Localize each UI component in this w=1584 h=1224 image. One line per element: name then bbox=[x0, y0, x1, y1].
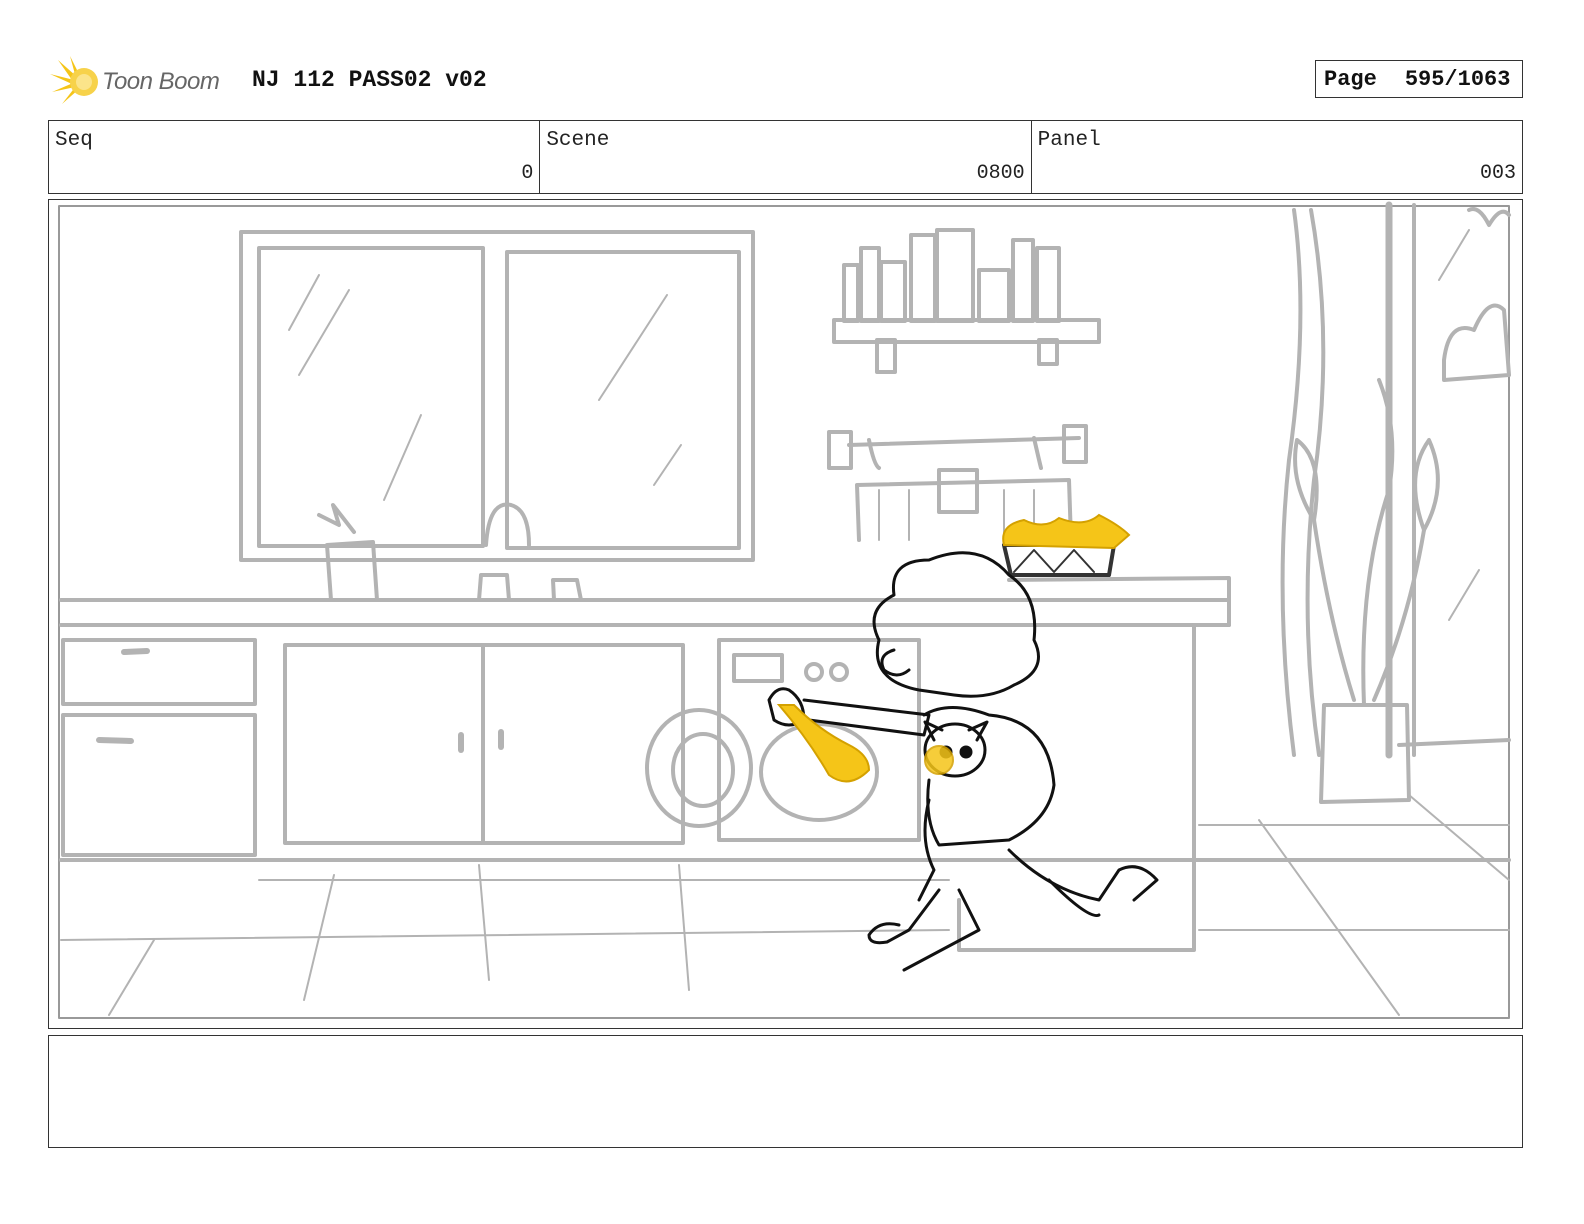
seq-cell: Seq 0 bbox=[49, 121, 541, 193]
panel-value: 003 bbox=[1479, 162, 1516, 185]
page-label: Page bbox=[1324, 67, 1377, 92]
toon-boom-burst-icon bbox=[50, 56, 98, 104]
page-counter: Page 595/1063 bbox=[1315, 60, 1523, 98]
panel-label: Panel bbox=[1037, 129, 1101, 152]
panel-cell: Panel 003 bbox=[1032, 121, 1522, 193]
storyboard-panel bbox=[48, 199, 1523, 1029]
scene-value: 0800 bbox=[976, 162, 1025, 185]
scene-cell: Scene 0800 bbox=[540, 121, 1032, 193]
scene-label: Scene bbox=[546, 129, 610, 152]
seq-value: 0 bbox=[521, 162, 534, 185]
panel-notes-area bbox=[48, 1035, 1523, 1148]
document-title: NJ 112 PASS02 v02 bbox=[252, 67, 487, 93]
seq-label: Seq bbox=[55, 129, 93, 152]
toon-boom-logo: Toon Boom bbox=[48, 52, 238, 108]
storyboard-header: Toon Boom NJ 112 PASS02 v02 Page 595/1063 bbox=[48, 48, 1523, 110]
page-value: 595/1063 bbox=[1404, 67, 1511, 92]
logo-text: Toon Boom bbox=[102, 68, 220, 95]
kitchen-sketch-drawing bbox=[58, 201, 1511, 1019]
panel-info-row: Seq 0 Scene 0800 Panel 003 bbox=[48, 120, 1523, 194]
